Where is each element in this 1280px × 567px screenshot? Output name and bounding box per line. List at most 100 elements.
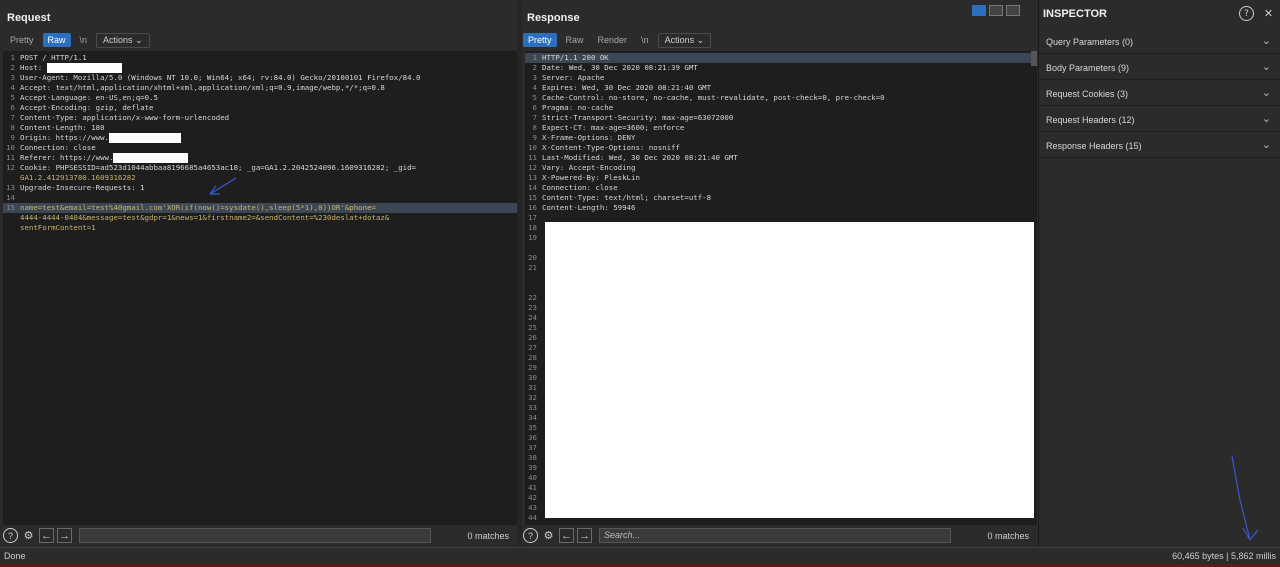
request-actions-dropdown[interactable]: Actions ⌄	[96, 32, 150, 48]
line-text: Cookie: PHPSESSID=ad523d1044abbaa8196685…	[20, 163, 417, 172]
request-search-input[interactable]	[79, 528, 431, 543]
response-tab-newline[interactable]: \n	[636, 33, 654, 47]
pane-divider[interactable]	[517, 0, 522, 546]
request-line: 4444-4444-0404&message=test&gdpr=1&news=…	[3, 213, 517, 223]
line-number: 34	[528, 413, 537, 422]
line-text: Content-Length: 59946	[542, 203, 636, 212]
line-text: Strict-Transport-Security: max-age=63072…	[542, 113, 734, 122]
line-number: 10	[6, 143, 15, 152]
chevron-down-icon: ⌄	[1261, 35, 1271, 47]
request-line: 9 Origin: https://www.	[3, 133, 517, 143]
help-icon[interactable]: ?	[1239, 6, 1254, 21]
response-line: 8 Expect-CT: max-age=3600; enforce	[525, 123, 1037, 133]
line-number: 37	[528, 443, 537, 452]
redacted-response-body	[545, 222, 1034, 518]
forward-arrow-icon[interactable]: →	[57, 528, 72, 543]
chevron-down-icon: ⌄	[1261, 113, 1271, 125]
response-matches: 0 matches	[987, 530, 1029, 541]
line-number: 26	[528, 333, 537, 342]
line-number: 21	[528, 263, 537, 272]
line-text: Connection: close	[542, 183, 618, 192]
response-scrollbar[interactable]	[1031, 51, 1037, 66]
response-actions-dropdown[interactable]: Actions ⌄	[657, 32, 712, 48]
request-editor[interactable]: 1 POST / HTTP/1.1 2 Host: 3 User-Agent: Mozi…	[3, 51, 517, 525]
request-line: 14	[3, 193, 517, 203]
response-line: 10 X-Content-Type-Options: nosniff	[525, 143, 1037, 153]
layout-side-by-side-icon[interactable]	[972, 5, 986, 16]
request-line: 6 Accept-Encoding: gzip, deflate	[3, 103, 517, 113]
line-number: 31	[528, 383, 537, 392]
line-text: Expect-CT: max-age=3600; enforce	[542, 123, 685, 132]
request-line: 13 Upgrade-Insecure-Requests: 1	[3, 183, 517, 193]
line-text: Upgrade-Insecure-Requests: 1	[20, 183, 145, 192]
line-text: name=test&email=test%40gmail.com'XOR(if(…	[20, 203, 376, 212]
response-line: 1 HTTP/1.1 200 OK	[525, 53, 1037, 63]
inspector-section-query-params[interactable]: Query Parameters (0) ⌄	[1039, 28, 1280, 54]
inspector-title: INSPECTOR	[1043, 8, 1107, 20]
line-text: Origin: https://www.	[20, 133, 181, 143]
request-line: 7 Content-Type: application/x-www-form-ur…	[3, 113, 517, 123]
line-number: 15	[528, 193, 537, 202]
section-label: Request Cookies (3)	[1046, 89, 1129, 99]
request-line: 5 Accept-Language: en-US,en;q=0.5	[3, 93, 517, 103]
request-title: Request	[7, 12, 51, 24]
layout-stacked-icon[interactable]	[989, 5, 1003, 16]
line-number: 3	[532, 73, 537, 82]
line-text: GA1.2.412913780.1609316282	[20, 173, 136, 182]
chevron-down-icon: ⌄	[696, 34, 705, 45]
response-search-input[interactable]: Search...	[599, 528, 951, 543]
help-icon[interactable]: ?	[523, 528, 538, 543]
line-number: 43	[528, 503, 537, 512]
back-arrow-icon[interactable]: ←	[559, 528, 574, 543]
request-line: 1 POST / HTTP/1.1	[3, 53, 517, 63]
inspector-section-request-headers[interactable]: Request Headers (12) ⌄	[1039, 106, 1280, 132]
line-number: 38	[528, 453, 537, 462]
line-text: 4444-4444-0404&message=test&gdpr=1&news=…	[20, 213, 390, 222]
line-number: 17	[528, 213, 537, 222]
line-number: 4	[532, 83, 537, 92]
response-line: 5 Cache-Control: no-store, no-cache, must…	[525, 93, 1037, 103]
line-number: 13	[6, 183, 15, 192]
line-number: 11	[528, 153, 537, 162]
inspector-section-body-params[interactable]: Body Parameters (9) ⌄	[1039, 54, 1280, 80]
line-text: POST / HTTP/1.1	[20, 53, 87, 62]
line-number: 2	[10, 63, 15, 72]
chevron-down-icon: ⌄	[1261, 139, 1271, 151]
line-text: X-Content-Type-Options: nosniff	[542, 143, 680, 152]
line-number: 16	[528, 203, 537, 212]
line-number: 10	[528, 143, 537, 152]
line-number: 5	[532, 93, 537, 102]
response-tab-render[interactable]: Render	[592, 33, 633, 47]
request-line: 4 Accept: text/html,application/xhtml+xml…	[3, 83, 517, 93]
line-text: Pragma: no-cache	[542, 103, 614, 112]
request-tab-newline[interactable]: \n	[74, 33, 93, 47]
line-number: 33	[528, 403, 537, 412]
close-icon[interactable]: ✕	[1261, 6, 1276, 21]
response-actions-label: Actions	[664, 34, 695, 45]
request-tab-raw[interactable]: Raw	[42, 33, 71, 47]
response-tab-pretty[interactable]: Pretty	[523, 33, 557, 47]
help-icon[interactable]: ?	[3, 528, 18, 543]
line-number: 29	[528, 363, 537, 372]
gear-icon[interactable]: ⚙	[21, 528, 36, 543]
gear-icon[interactable]: ⚙	[541, 528, 556, 543]
response-tab-raw[interactable]: Raw	[560, 33, 589, 47]
request-toolbar: Pretty Raw \n Actions ⌄	[5, 32, 150, 48]
line-text: User-Agent: Mozilla/5.0 (Windows NT 10.0…	[20, 73, 421, 82]
inspector-section-response-headers[interactable]: Response Headers (15) ⌄	[1039, 132, 1280, 158]
request-line: GA1.2.412913780.1609316282	[3, 173, 517, 183]
back-arrow-icon[interactable]: ←	[39, 528, 54, 543]
response-line: 14 Connection: close	[525, 183, 1037, 193]
inspector-section-request-cookies[interactable]: Request Cookies (3) ⌄	[1039, 80, 1280, 106]
request-tab-pretty[interactable]: Pretty	[5, 33, 39, 47]
line-number: 9	[10, 133, 15, 142]
response-line: 15 Content-Type: text/html; charset=utf-8	[525, 193, 1037, 203]
forward-arrow-icon[interactable]: →	[577, 528, 592, 543]
line-number: 11	[6, 153, 15, 162]
line-number: 14	[6, 193, 15, 202]
layout-tabs-icon[interactable]	[1006, 5, 1020, 16]
redacted-value	[109, 133, 181, 143]
section-label: Body Parameters (9)	[1046, 63, 1130, 73]
line-number: 6	[532, 103, 537, 112]
response-stats: 60,465 bytes | 5,862 millis	[1172, 551, 1276, 561]
